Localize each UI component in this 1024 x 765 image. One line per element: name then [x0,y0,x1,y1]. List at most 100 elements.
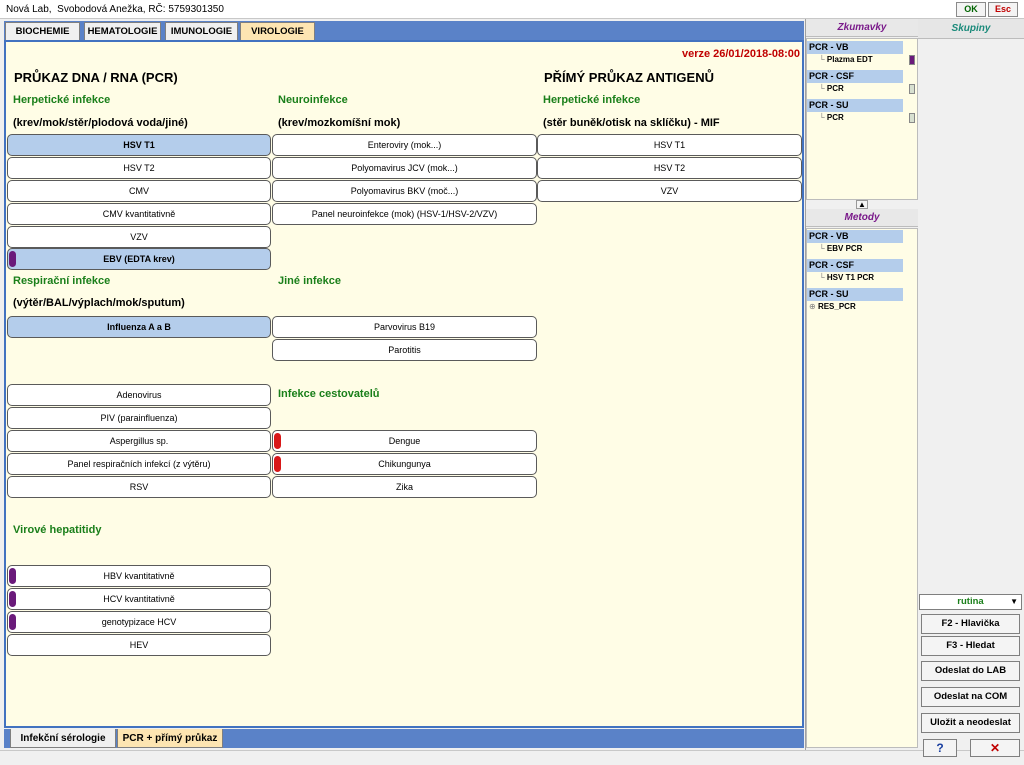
test-hcv-label: HCV kvantitativně [103,594,175,604]
tube-item-label: PCR [826,84,844,93]
group-herpetic-mif-title: Herpetické infekce [543,94,641,106]
tab-infekcni-serologie[interactable]: Infekční sérologie [10,729,116,748]
tube-item[interactable]: └ PCR [819,113,844,122]
test-vzv[interactable]: VZV [7,226,271,248]
send-com-button[interactable]: Odeslat na COM [921,687,1020,707]
method-item[interactable]: ⊕ RES_PCR [809,302,856,311]
pcr-heading: PRŮKAZ DNA / RNA (PCR) [14,70,178,85]
test-zika[interactable]: Zika [272,476,537,498]
test-ebv[interactable]: EBV (EDTA krev) [7,248,271,270]
method-group[interactable]: PCR - SU [807,288,903,301]
esc-button[interactable]: Esc [988,2,1018,17]
marker-purple [9,251,16,267]
test-hsv-t2[interactable]: HSV T2 [7,157,271,179]
group-neuro-sub: (krev/mozkomíšní mok) [278,117,401,129]
test-hcv-genotype[interactable]: genotypizace HCV [7,611,271,633]
tab-pcr-prime[interactable]: PCR + přímý průkaz [117,729,223,748]
test-piv[interactable]: PIV (parainfluenza) [7,407,271,429]
method-group[interactable]: PCR - VB [807,230,903,243]
test-polyomavirus-bkv[interactable]: Polyomavirus BKV (moč...) [272,180,537,202]
test-hsv-t1[interactable]: HSV T1 [7,134,271,156]
test-hcv-genotype-label: genotypizace HCV [101,617,177,627]
test-aspergillus[interactable]: Aspergillus sp. [7,430,271,452]
save-no-send-button[interactable]: Uložit a neodeslat [921,713,1020,733]
test-influenza[interactable]: Influenza A a B [7,316,271,338]
subpage-tabs: Infekční sérologie PCR + přímý průkaz [4,729,804,748]
metody-list[interactable]: PCR - VB └ EBV PCR PCR - CSF └ HSV T1 PC… [806,228,918,748]
virologie-panel: verze 26/01/2018-08:00 PRŮKAZ DNA / RNA … [4,40,804,728]
marker-red [274,456,281,472]
test-chikungunya[interactable]: Chikungunya [272,453,537,475]
close-icon[interactable]: ✕ [970,739,1020,757]
metody-header: Metody [806,209,918,227]
test-adenovirus[interactable]: Adenovirus [7,384,271,406]
tube-color-swatch [909,84,915,94]
zkumavky-list[interactable]: PCR - VB └ Plazma EDT PCR - CSF └ PCR PC… [806,38,918,200]
test-mif-vzv[interactable]: VZV [537,180,802,202]
method-group[interactable]: PCR - CSF [807,259,903,272]
group-neuro-title: Neuroinfekce [278,94,348,106]
test-dengue[interactable]: Dengue [272,430,537,452]
group-herpetic-sub: (krev/mok/stěr/plodová voda/jiné) [13,117,188,129]
method-item-label: HSV T1 PCR [826,273,875,282]
group-hep-title: Virové hepatitidy [13,524,102,536]
help-icon[interactable]: ? [923,739,957,757]
group-resp-title: Respirační infekce [13,275,111,287]
test-parotitis[interactable]: Parotitis [272,339,537,361]
test-hbv-label: HBV kvantitativně [103,571,175,581]
version-label: verze 26/01/2018-08:00 [681,48,800,60]
tube-group[interactable]: PCR - VB [807,41,903,54]
test-enteroviry[interactable]: Enteroviry (mok...) [272,134,537,156]
test-polyomavirus-jcv[interactable]: Polyomavirus JCV (mok...) [272,157,537,179]
marker-purple [9,591,16,607]
test-hcv[interactable]: HCV kvantitativně [7,588,271,610]
marker-purple [9,568,16,584]
test-mif-hsv-t1[interactable]: HSV T1 [537,134,802,156]
tube-item-label: Plazma EDT [826,55,873,64]
f2-header-button[interactable]: F2 - Hlavička [921,614,1020,634]
tube-group[interactable]: PCR - CSF [807,70,903,83]
tube-item[interactable]: └ Plazma EDT [819,55,873,64]
tab-imunologie[interactable]: IMUNOLOGIE [165,22,238,40]
group-herpetic-mif-sub: (stěr buněk/otisk na sklíčku) - MIF [543,117,720,129]
test-hbv[interactable]: HBV kvantitativně [7,565,271,587]
category-tabs: BIOCHEMIE HEMATOLOGIE IMUNOLOGIE VIROLOG… [4,21,804,40]
test-mif-hsv-t2[interactable]: HSV T2 [537,157,802,179]
marker-red [274,433,281,449]
test-panel-neuro[interactable]: Panel neuroinfekce (mok) (HSV-1/HSV-2/VZ… [272,203,537,225]
method-item-label: EBV PCR [826,244,863,253]
test-chikungunya-label: Chikungunya [378,459,431,469]
chevron-down-icon: ▼ [1010,597,1018,606]
groups-actions-column: Skupiny rutina ▼ F2 - Hlavička F3 - Hleda… [918,19,1024,757]
tube-item[interactable]: └ PCR [819,84,844,93]
tube-item-label: PCR [826,113,844,122]
test-panel-resp[interactable]: Panel respiračních infekcí (z výtěru) [7,453,271,475]
test-dengue-label: Dengue [388,436,421,446]
chevron-up-icon[interactable]: ▲ [856,200,868,209]
tab-biochemie[interactable]: BIOCHEMIE [5,22,80,40]
group-other-title: Jiné infekce [278,275,341,287]
method-item[interactable]: └ HSV T1 PCR [819,273,874,282]
tab-hematologie[interactable]: HEMATOLOGIE [84,22,161,40]
test-cmv-quant[interactable]: CMV kvantitativně [7,203,271,225]
test-ebv-label: EBV (EDTA krev) [103,254,175,264]
ok-button[interactable]: OK [956,2,986,17]
title-bar: Nová Lab, Svobodová Anežka, RČ: 57593013… [0,0,1024,19]
group-resp-sub: (výtěr/BAL/výplach/mok/sputum) [13,297,185,309]
tube-group[interactable]: PCR - SU [807,99,903,112]
mode-select[interactable]: rutina ▼ [919,594,1022,610]
tube-color-swatch [909,55,915,65]
tab-virologie[interactable]: VIROLOGIE [240,22,315,40]
group-travel-title: Infekce cestovatelů [278,388,380,400]
skupiny-header: Skupiny [918,19,1024,39]
method-item-label: RES_PCR [817,302,856,311]
send-lab-button[interactable]: Odeslat do LAB [921,661,1020,681]
f3-search-button[interactable]: F3 - Hledat [921,636,1020,656]
mode-select-value: rutina [957,596,984,607]
test-parvovirus[interactable]: Parvovirus B19 [272,316,537,338]
antigen-heading: PŘÍMÝ PRŮKAZ ANTIGENŮ [544,70,714,85]
method-item[interactable]: └ EBV PCR [819,244,862,253]
test-cmv[interactable]: CMV [7,180,271,202]
test-hev[interactable]: HEV [7,634,271,656]
test-rsv[interactable]: RSV [7,476,271,498]
